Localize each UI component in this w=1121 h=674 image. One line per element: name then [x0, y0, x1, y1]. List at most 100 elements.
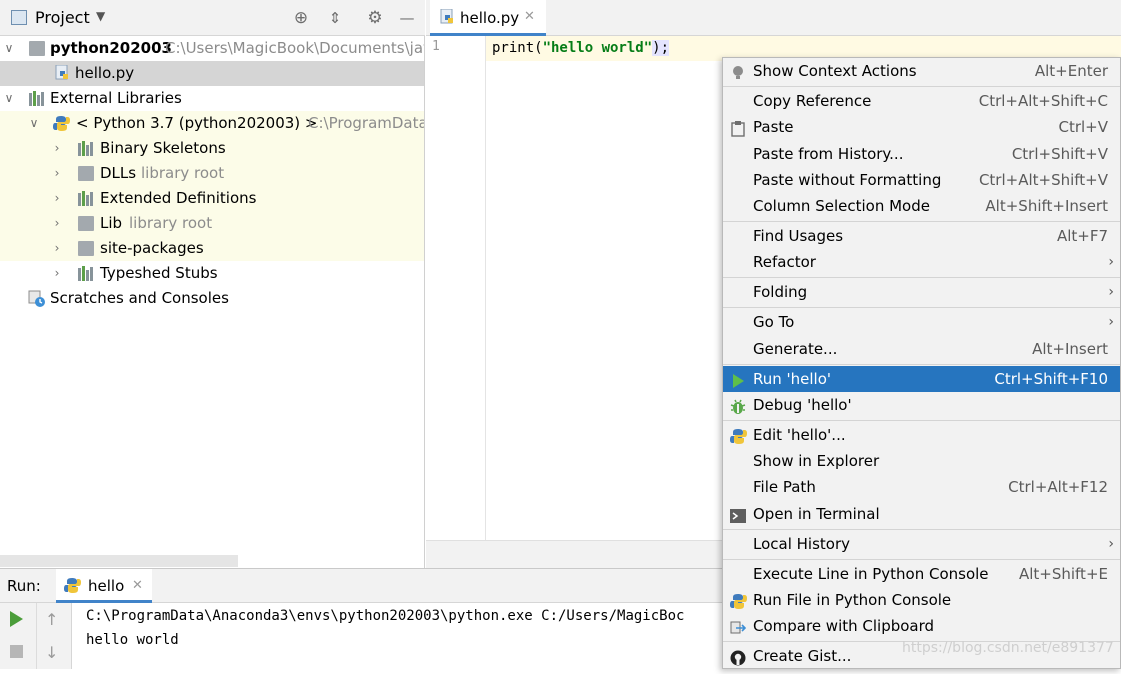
scratches-icon [28, 290, 45, 307]
menu-label: Run File in Python Console [753, 591, 952, 609]
menu-shortcut: Ctrl+Alt+F12 [1008, 478, 1108, 496]
menu-label: Show in Explorer [753, 452, 880, 470]
chevron-right-icon[interactable]: › [50, 136, 64, 161]
tab-label: hello.py [460, 9, 520, 27]
menu-item-paste-from-history[interactable]: Paste from History... Ctrl+Shift+V [723, 141, 1120, 167]
menu-item-run-file-in-console[interactable]: Run File in Python Console [723, 587, 1120, 613]
python-icon [64, 577, 81, 598]
menu-label: Edit 'hello'... [753, 426, 846, 444]
menu-label: Paste from History... [753, 145, 904, 163]
menu-item-folding[interactable]: Folding › [723, 279, 1120, 305]
menu-item-paste-without-formatting[interactable]: Paste without Formatting Ctrl+Alt+Shift+… [723, 167, 1120, 193]
tree-label: Scratches and Consoles [50, 289, 229, 307]
menu-item-local-history[interactable]: Local History › [723, 531, 1120, 557]
editor-gutter: 1 [426, 36, 486, 540]
menu-label: Find Usages [753, 227, 844, 245]
menu-item-file-path[interactable]: File Path Ctrl+Alt+F12 [723, 474, 1120, 500]
menu-shortcut: Ctrl+Alt+Shift+V [978, 171, 1108, 189]
chevron-right-icon: › [1108, 284, 1114, 300]
context-menu: Show Context Actions Alt+Enter Copy Refe… [722, 57, 1121, 669]
menu-label: Create Gist... [753, 647, 852, 665]
menu-label: Generate... [753, 340, 838, 358]
menu-item-edit-hello[interactable]: Edit 'hello'... [723, 422, 1120, 448]
menu-item-find-usages[interactable]: Find Usages Alt+F7 [723, 223, 1120, 249]
menu-item-run-hello[interactable]: Run 'hello' Ctrl+Shift+F10 [723, 366, 1120, 392]
chevron-right-icon[interactable]: › [50, 161, 64, 186]
menu-item-open-in-terminal[interactable]: Open in Terminal [723, 501, 1120, 527]
menu-item-column-selection-mode[interactable]: Column Selection Mode Alt+Shift+Insert [723, 193, 1120, 219]
menu-item-execute-line[interactable]: Execute Line in Python Console Alt+Shift… [723, 561, 1120, 587]
arrow-down-icon[interactable]: ↓ [45, 643, 58, 662]
rerun-icon[interactable] [10, 611, 23, 627]
chevron-down-icon[interactable]: ▼ [96, 9, 105, 23]
python-file-icon [55, 64, 71, 82]
menu-label: Paste [753, 118, 794, 136]
python-icon [730, 427, 747, 444]
tree-row-project-root[interactable]: ∨ python202003 C:\Users\MagicBook\Docume… [0, 36, 424, 61]
close-icon[interactable]: ✕ [132, 578, 143, 593]
menu-shortcut: Alt+F7 [1056, 227, 1108, 245]
chevron-right-icon: › [1108, 314, 1114, 330]
menu-label: Folding [753, 283, 808, 301]
tree-row-hello-py[interactable]: hello.py [0, 61, 424, 86]
menu-item-refactor[interactable]: Refactor › [723, 249, 1120, 275]
chevron-down-icon[interactable]: ∨ [2, 36, 16, 61]
horizontal-scrollbar[interactable] [0, 555, 238, 567]
chevron-right-icon[interactable]: › [50, 236, 64, 261]
menu-item-show-in-explorer[interactable]: Show in Explorer [723, 448, 1120, 474]
tree-row-site-packages[interactable]: › site-packages [0, 236, 424, 261]
menu-label: Compare with Clipboard [753, 617, 935, 635]
tree-row-typeshed-stubs[interactable]: › Typeshed Stubs [0, 261, 424, 286]
chevron-down-icon[interactable]: ∨ [27, 111, 41, 136]
menu-item-go-to[interactable]: Go To › [723, 309, 1120, 335]
menu-label: Copy Reference [753, 92, 872, 110]
library-icon [78, 141, 94, 156]
tree-row-lib[interactable]: › Lib library root [0, 211, 424, 236]
menu-item-paste[interactable]: Paste Ctrl+V [723, 114, 1120, 140]
project-title[interactable]: Project [35, 8, 90, 27]
tree-row-binary-skeletons[interactable]: › Binary Skeletons [0, 136, 424, 161]
python-file-icon [440, 8, 456, 30]
chevron-right-icon[interactable]: › [50, 261, 64, 286]
console-output[interactable]: C:\ProgramData\Anaconda3\envs\python2020… [73, 603, 722, 669]
menu-item-debug-hello[interactable]: Debug 'hello' [723, 392, 1120, 418]
menu-separator [723, 277, 1120, 278]
menu-item-generate[interactable]: Generate... Alt+Insert [723, 336, 1120, 362]
code-line[interactable]: print("hello world"); [492, 36, 670, 61]
menu-item-copy-reference[interactable]: Copy Reference Ctrl+Alt+Shift+C [723, 88, 1120, 114]
menu-label: Column Selection Mode [753, 197, 930, 215]
code-end: ); [652, 40, 670, 56]
menu-shortcut: Ctrl+V [1058, 118, 1108, 136]
menu-item-compare-with-clipboard[interactable]: Compare with Clipboard [723, 613, 1120, 639]
tree-row-extended-definitions[interactable]: › Extended Definitions [0, 186, 424, 211]
menu-separator [723, 364, 1120, 365]
chevron-right-icon: › [1108, 254, 1114, 270]
gear-icon[interactable]: ⚙ [367, 10, 383, 27]
stop-icon[interactable] [10, 645, 23, 658]
chevron-right-icon[interactable]: › [50, 211, 64, 236]
close-icon[interactable]: ✕ [524, 9, 535, 24]
debug-icon [730, 397, 746, 414]
tree-row-python-sdk[interactable]: ∨ < Python 3.7 (python202003) > C:\Progr… [0, 111, 424, 136]
arrow-up-icon[interactable]: ↑ [45, 610, 58, 629]
menu-item-show-context-actions[interactable]: Show Context Actions Alt+Enter [723, 58, 1120, 84]
collapse-all-icon[interactable]: ⇕ [327, 10, 343, 26]
tree-row-scratches[interactable]: Scratches and Consoles [0, 286, 424, 311]
chevron-right-icon[interactable]: › [50, 186, 64, 211]
tree-row-external-libraries[interactable]: ∨ External Libraries [0, 86, 424, 111]
tree-detail: C:\ProgramData [308, 114, 424, 132]
tree-label: python202003 [50, 39, 172, 57]
tree-label: < Python 3.7 (python202003) > [76, 114, 318, 132]
menu-separator [723, 529, 1120, 530]
menu-shortcut: Ctrl+Shift+F10 [994, 370, 1108, 388]
menu-label: Run 'hello' [753, 370, 832, 388]
chevron-down-icon[interactable]: ∨ [2, 86, 16, 111]
minimize-icon[interactable]: — [399, 10, 415, 26]
locate-icon[interactable]: ⊕ [293, 10, 309, 27]
folder-icon [78, 241, 94, 256]
tab-hello-py[interactable]: hello.py ✕ [430, 0, 546, 36]
line-number: 1 [432, 39, 440, 54]
console-line: hello world [86, 632, 179, 648]
editor-area[interactable] [486, 61, 722, 540]
tree-row-dlls[interactable]: › DLLs library root [0, 161, 424, 186]
